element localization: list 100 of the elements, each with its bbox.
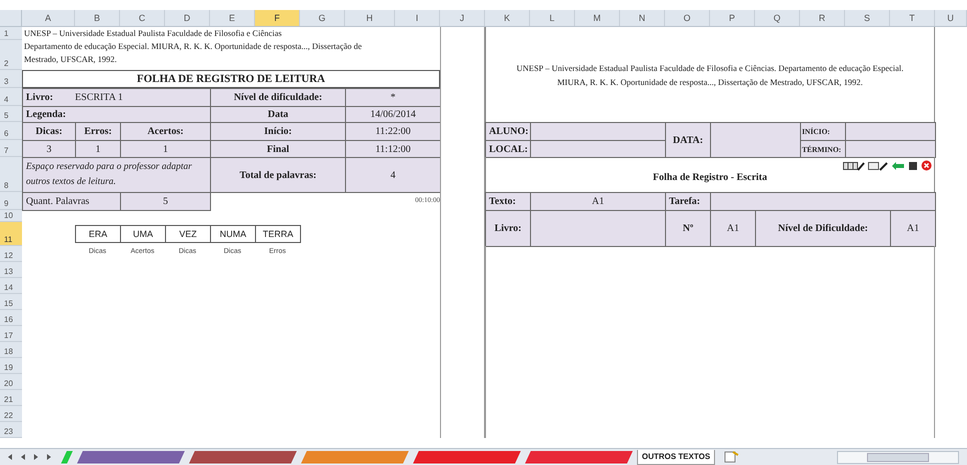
column-header[interactable]: G <box>300 10 345 26</box>
column-header[interactable]: C <box>120 10 165 26</box>
table-cell: Nível de dificuldade: <box>210 88 346 107</box>
row-header[interactable]: 17 <box>0 326 22 342</box>
table-cell: Livro: <box>485 210 531 247</box>
row-header[interactable]: 11 <box>0 222 22 246</box>
close-icon[interactable] <box>921 160 932 171</box>
row-header[interactable]: 23 <box>0 422 22 438</box>
book-value: ESCRITA 1 <box>75 92 123 103</box>
table-cell: Final <box>210 140 346 158</box>
table-cell: 1 <box>75 140 121 158</box>
table-cell: A1 <box>710 210 756 247</box>
table-edit-icon[interactable] <box>843 160 865 170</box>
sheet-title: FOLHA DE REGISTRO DE LEITURA <box>22 70 440 88</box>
horizontal-scrollbar[interactable] <box>837 450 959 464</box>
table-cell: Tarefa: <box>665 192 711 211</box>
table-cell: Início: <box>210 122 346 141</box>
word-cell: NUMA <box>210 225 256 243</box>
column-header[interactable]: M <box>575 10 620 26</box>
sheet-tab[interactable] <box>77 450 185 464</box>
row-header[interactable]: 3 <box>0 70 22 88</box>
row-header[interactable]: 8 <box>0 157 22 192</box>
column-header[interactable]: T <box>890 10 935 26</box>
table-cell: ALUNO: <box>485 122 531 141</box>
sheet-tab[interactable] <box>525 450 633 464</box>
row-header[interactable]: 19 <box>0 358 22 374</box>
table-cell: LOCAL: <box>485 140 531 158</box>
input-field[interactable] <box>710 122 801 158</box>
row-header[interactable]: 21 <box>0 390 22 406</box>
column-header[interactable]: A <box>22 10 75 26</box>
form-edit-icon[interactable] <box>868 160 888 170</box>
column-header[interactable]: I <box>395 10 440 26</box>
row-header[interactable]: 16 <box>0 310 22 326</box>
form-title: Folha de Registro - Escrita <box>652 172 768 183</box>
row-header[interactable]: 10 <box>0 210 22 222</box>
stop-icon[interactable] <box>908 160 918 170</box>
table-cell: Espaço reservado para o professor adaptar outros textos de leitura. <box>22 157 211 193</box>
table-cell: Dicas: <box>22 122 76 141</box>
table-cell: Legenda: <box>22 106 211 123</box>
row-header[interactable]: 18 <box>0 342 22 358</box>
column-header[interactable]: P <box>710 10 755 26</box>
table-cell: 14/06/2014 <box>345 106 441 123</box>
row-header[interactable]: 22 <box>0 406 22 422</box>
table-cell: * <box>345 88 441 107</box>
row-header[interactable]: 7 <box>0 140 22 157</box>
table-cell: Total de palavras: <box>210 157 346 193</box>
input-field[interactable] <box>710 192 936 211</box>
row-header[interactable]: 20 <box>0 374 22 390</box>
row-header[interactable]: 13 <box>0 262 22 278</box>
citation-text: Mestrado, UFSCAR, 1992. <box>24 53 118 66</box>
row-header[interactable]: 9 <box>0 192 22 210</box>
table-cell: 4 <box>345 157 441 193</box>
input-field[interactable] <box>530 210 666 247</box>
row-header[interactable]: 6 <box>0 122 22 140</box>
input-field[interactable] <box>845 122 936 141</box>
table-cell: 11:12:00 <box>345 140 441 158</box>
input-field[interactable] <box>530 122 666 141</box>
input-field[interactable] <box>845 140 936 158</box>
column-header[interactable]: D <box>165 10 210 26</box>
book-label: Livro: <box>26 92 54 103</box>
column-header[interactable]: Q <box>755 10 800 26</box>
table-cell: Erros: <box>75 122 121 141</box>
row-header[interactable]: 4 <box>0 88 22 106</box>
column-header[interactable]: R <box>800 10 845 26</box>
column-header[interactable]: N <box>620 10 665 26</box>
table-cell: Acertos: <box>120 122 211 141</box>
row-header[interactable]: 12 <box>0 246 22 262</box>
word-cell: TERRA <box>255 225 301 243</box>
table-cell: 11:22:00 <box>345 122 441 141</box>
table-cell: Nº <box>665 210 711 247</box>
column-header[interactable]: J <box>440 10 485 26</box>
table-cell: 1 <box>120 140 211 158</box>
table-cell: 3 <box>22 140 76 158</box>
column-header[interactable]: U <box>935 10 967 26</box>
column-header[interactable]: K <box>485 10 530 26</box>
column-header[interactable]: L <box>530 10 575 26</box>
citation-text: UNESP – Universidade Estadual Paulista Faculdade de Filosofia e Ciências <box>24 27 283 40</box>
row-header[interactable]: 15 <box>0 294 22 310</box>
table-cell: Nível de Dificuldade: <box>755 210 891 247</box>
column-header[interactable]: H <box>345 10 395 26</box>
sheet-tab[interactable]: OUTROS TEXTOS <box>637 450 715 464</box>
table-cell: A1 <box>530 192 666 211</box>
word-cell: UMA <box>120 225 166 243</box>
input-field[interactable] <box>530 140 666 158</box>
row-header[interactable]: 1 <box>0 27 22 40</box>
table-cell: Quant. Palavras <box>22 192 121 211</box>
new-sheet-icon[interactable] <box>723 451 739 463</box>
row-header[interactable]: 14 <box>0 278 22 294</box>
table-cell: Texto: <box>485 192 531 211</box>
citation-text: Departamento de educação Especial. MIURA, R. K. K. Oportunidade de resposta..., Dissertação de <box>24 40 363 53</box>
citation-text: UNESP – Universidade Estadual Paulista Faculdade de Filosofia e Ciências. Departamento de educação Especial. <box>516 62 904 74</box>
column-header[interactable]: O <box>665 10 710 26</box>
row-header[interactable]: 5 <box>0 106 22 122</box>
table-cell: 5 <box>120 192 211 211</box>
sheet-tab[interactable] <box>413 450 521 464</box>
sheet-tab[interactable] <box>189 450 297 464</box>
column-header[interactable]: B <box>75 10 120 26</box>
column-header[interactable]: S <box>845 10 890 26</box>
row-header[interactable]: 2 <box>0 40 22 70</box>
column-header[interactable]: F <box>255 10 300 26</box>
